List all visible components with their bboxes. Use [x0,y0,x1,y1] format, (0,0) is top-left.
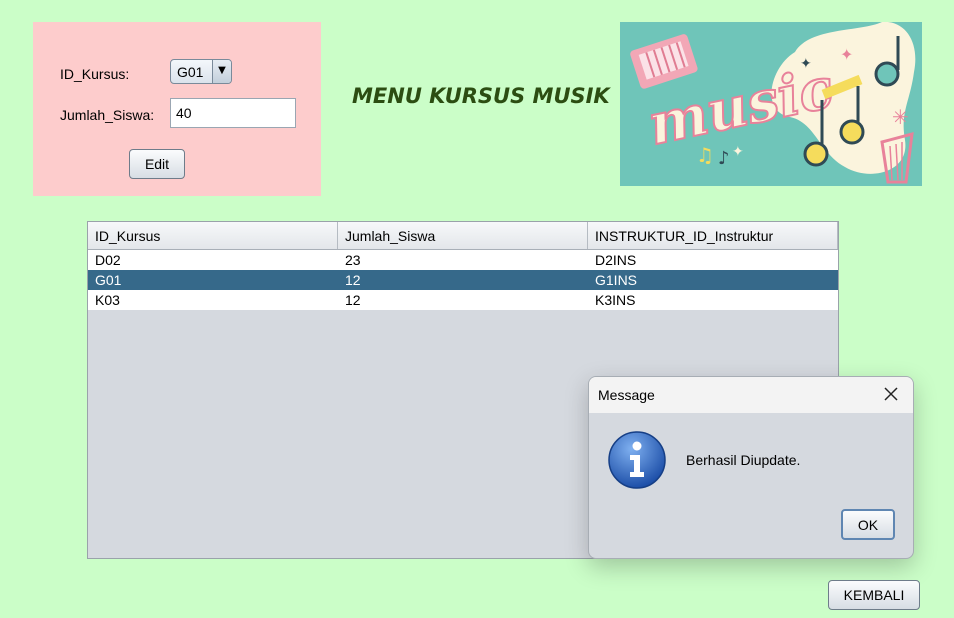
page-title: MENU KURSUS MUSIK [352,84,610,108]
id-kursus-combobox[interactable]: G01 ▼ [170,59,232,84]
svg-text:✦: ✦ [732,144,744,160]
svg-text:✳: ✳ [892,105,909,129]
jumlah-siswa-label: Jumlah_Siswa: [60,107,155,123]
table-cell: 23 [345,252,361,268]
dialog-message: Berhasil Diupdate. [686,452,801,468]
svg-text:✦: ✦ [800,56,812,72]
column-header-id-kursus[interactable]: ID_Kursus [88,222,338,249]
table-cell: K03 [95,292,120,308]
chevron-down-icon[interactable]: ▼ [212,60,231,83]
music-banner-image: music ✦ ✳ ✦ ♫ ♪ ✦ [620,22,922,186]
kembali-button[interactable]: KEMBALI [828,580,920,610]
table-cell: D02 [95,252,121,268]
id-kursus-selected-value: G01 [177,64,204,80]
message-dialog: Message Berhasil Diupdate. OK [588,376,914,559]
table-row[interactable]: D02 23 D2INS [88,250,838,270]
column-header-instruktur[interactable]: INSTRUKTUR_ID_Instruktur [588,222,838,249]
dialog-title: Message [598,387,655,403]
table-cell: D2INS [595,252,637,268]
course-form-panel: ID_Kursus: G01 ▼ Jumlah_Siswa: Edit [33,22,321,196]
table-cell: 12 [345,292,361,308]
svg-text:♫: ♫ [696,143,714,167]
table-header: ID_Kursus Jumlah_Siswa INSTRUKTUR_ID_Ins… [88,222,838,250]
edit-button[interactable]: Edit [129,149,185,179]
svg-text:✦: ✦ [840,45,853,64]
ok-button[interactable]: OK [841,509,895,540]
table-cell: K3INS [595,292,636,308]
close-icon[interactable] [877,382,905,406]
jumlah-siswa-input[interactable] [170,98,296,128]
svg-text:♪: ♪ [718,148,730,169]
table-row[interactable]: K03 12 K3INS [88,290,838,310]
table-row-selected[interactable]: G01 12 G1INS [88,270,838,290]
id-kursus-label: ID_Kursus: [60,66,130,82]
column-header-jumlah-siswa[interactable]: Jumlah_Siswa [338,222,588,249]
info-icon [608,431,666,489]
table-cell: G01 [95,272,122,288]
table-cell: 12 [345,272,361,288]
dialog-title-bar[interactable]: Message [589,377,913,413]
table-cell: G1INS [595,272,638,288]
